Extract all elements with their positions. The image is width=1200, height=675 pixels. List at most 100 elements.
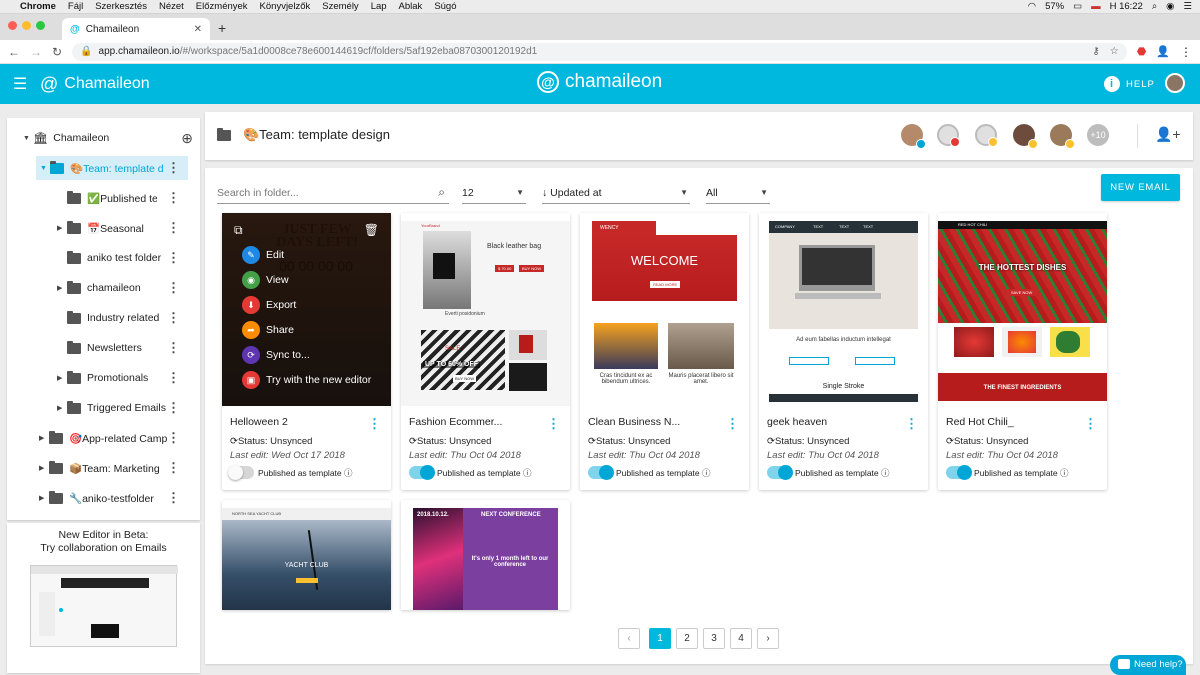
menu-item-window[interactable]: Ablak bbox=[399, 1, 423, 12]
sidebar-item-published[interactable]: ✅Published tem ⋮ bbox=[57, 186, 180, 210]
search-icon[interactable]: ⌕ bbox=[1152, 1, 1157, 12]
wifi-icon[interactable]: ◠ bbox=[1028, 1, 1036, 12]
zoom-window-button[interactable] bbox=[36, 21, 45, 30]
hamburger-menu-icon[interactable]: ☰ bbox=[0, 74, 40, 94]
search-input[interactable]: Search in folder... ⌕ bbox=[217, 183, 449, 204]
browser-tab[interactable]: @ Chamaileon ✕ bbox=[62, 18, 210, 40]
sidebar-item-team-template[interactable]: ▼ 🎨Team: template d ⋮ bbox=[36, 156, 188, 180]
expand-arrow-icon[interactable]: ▶ bbox=[57, 374, 67, 382]
email-card[interactable]: RED HOT CHILI THE HOTTEST DISHES SAVE NO… bbox=[938, 213, 1107, 490]
card-more-icon[interactable]: ⋮ bbox=[547, 416, 560, 432]
email-card[interactable]: WENCY WELCOME READ MORE Cras tincidunt e… bbox=[580, 213, 749, 490]
expand-arrow-icon[interactable]: ▶ bbox=[39, 434, 49, 442]
help-circle-icon[interactable]: ⓘ bbox=[344, 468, 353, 478]
card-name[interactable]: Red Hot Chili_ bbox=[946, 416, 1086, 428]
adblock-icon[interactable]: ⬣ bbox=[1137, 45, 1147, 58]
brand-center[interactable]: @ chamaileon bbox=[537, 71, 662, 93]
new-tab-button[interactable]: + bbox=[218, 20, 226, 36]
more-members-badge[interactable]: +10 bbox=[1087, 124, 1109, 146]
sidebar-item-promotionals[interactable]: ▶ Promotionals ⋮ bbox=[57, 366, 180, 390]
sort-direction-icon[interactable]: ↓ bbox=[542, 187, 547, 199]
card-name[interactable]: Clean Business N... bbox=[588, 416, 728, 428]
email-thumbnail[interactable]: 2018.10.12. NEXT CONFERENCE It's only 1 … bbox=[401, 500, 570, 610]
page-1-button[interactable]: 1 bbox=[649, 628, 671, 649]
email-thumbnail[interactable]: JUST FEW DAYS LEFT! 00 00 00 00 ⧉ 🗑 ✎ Edit… bbox=[222, 213, 391, 406]
publish-toggle[interactable] bbox=[767, 465, 793, 480]
new-email-button[interactable]: NEW EMAIL bbox=[1101, 174, 1180, 201]
prev-page-button[interactable]: ‹ bbox=[618, 628, 640, 649]
collapse-arrow-icon[interactable]: ▼ bbox=[23, 135, 33, 142]
page-3-button[interactable]: 3 bbox=[703, 628, 725, 649]
forward-icon[interactable]: → bbox=[30, 45, 42, 59]
menu-item-file[interactable]: Fájl bbox=[68, 1, 83, 12]
more-icon[interactable]: ⋮ bbox=[167, 460, 180, 476]
notification-icon[interactable]: ☰ bbox=[1183, 1, 1192, 12]
help-circle-icon[interactable]: ⓘ bbox=[702, 468, 711, 478]
brand-left[interactable]: @ Chamaileon bbox=[40, 74, 150, 95]
menu-item-tab[interactable]: Lap bbox=[371, 1, 387, 12]
menu-item-history[interactable]: Előzmények bbox=[196, 1, 248, 12]
card-more-icon[interactable]: ⋮ bbox=[368, 416, 381, 432]
expand-arrow-icon[interactable]: ▶ bbox=[39, 464, 49, 472]
sidebar-item-newsletters[interactable]: Newsletters ⋮ bbox=[57, 336, 180, 360]
sidebar-item-seasonal[interactable]: ▶ 📅Seasonal ⋮ bbox=[57, 216, 180, 240]
address-bar[interactable]: 🔒 app.chamaileon.io/#/workspace/5a1d0008… bbox=[72, 42, 1127, 61]
user-avatar[interactable] bbox=[1165, 73, 1185, 93]
email-card[interactable]: JUST FEW DAYS LEFT! 00 00 00 00 ⧉ 🗑 ✎ Edit… bbox=[222, 213, 391, 490]
expand-arrow-icon[interactable]: ▶ bbox=[39, 494, 49, 502]
member-avatar[interactable] bbox=[975, 124, 998, 147]
need-help-button[interactable]: Need help? bbox=[1110, 655, 1186, 675]
bookmark-star-icon[interactable]: ☆ bbox=[1110, 46, 1119, 57]
publish-toggle[interactable] bbox=[228, 465, 254, 480]
more-icon[interactable]: ⋮ bbox=[167, 160, 180, 176]
copy-icon[interactable]: ⧉ bbox=[234, 223, 243, 238]
clock[interactable]: H 16:22 bbox=[1110, 1, 1143, 12]
next-page-button[interactable]: › bbox=[757, 628, 779, 649]
more-icon[interactable]: ⋮ bbox=[167, 250, 180, 266]
key-icon[interactable]: ⚷ bbox=[1092, 46, 1099, 57]
email-thumbnail[interactable]: RED HOT CHILI THE HOTTEST DISHES SAVE NO… bbox=[938, 213, 1107, 406]
card-more-icon[interactable]: ⋮ bbox=[726, 416, 739, 432]
sidebar-root[interactable]: ▼ 🏛 Chamaileon ⊕ bbox=[23, 126, 193, 150]
help-circle-icon[interactable]: ⓘ bbox=[1060, 468, 1069, 478]
flag-icon[interactable]: ▬ bbox=[1091, 1, 1101, 12]
menu-app-name[interactable]: Chrome bbox=[20, 1, 56, 12]
card-more-icon[interactable]: ⋮ bbox=[1084, 416, 1097, 432]
search-icon[interactable]: ⌕ bbox=[438, 185, 445, 200]
overlay-new-editor[interactable]: ▣ Try with the new editor bbox=[242, 371, 371, 389]
email-thumbnail[interactable]: YourBrand Black leather bag $ 70.00 BUY … bbox=[401, 213, 570, 406]
minimize-window-button[interactable] bbox=[22, 21, 31, 30]
collapse-arrow-icon[interactable]: ▼ bbox=[40, 165, 50, 172]
more-icon[interactable]: ⋮ bbox=[167, 370, 180, 386]
email-thumbnail[interactable]: WENCY WELCOME READ MORE Cras tincidunt e… bbox=[580, 213, 749, 406]
battery-percent[interactable]: 57% bbox=[1045, 1, 1064, 12]
sidebar-item-aniko-testfolder[interactable]: ▶ 🔧aniko-testfolder ⋮ bbox=[39, 486, 180, 510]
email-thumbnail[interactable]: COMPANY TEXT TEXT TEXT Ad eum fabellas i… bbox=[759, 213, 928, 406]
card-name[interactable]: geek heaven bbox=[767, 416, 907, 428]
close-window-button[interactable] bbox=[8, 21, 17, 30]
profile-icon[interactable]: 👤 bbox=[1156, 45, 1170, 58]
chrome-menu-icon[interactable]: ⋮ bbox=[1180, 45, 1192, 59]
email-card[interactable]: 2018.10.12. NEXT CONFERENCE It's only 1 … bbox=[401, 500, 570, 610]
overlay-view[interactable]: ◉ View bbox=[242, 271, 289, 289]
email-thumbnail[interactable]: NORTH SEA YACHT CLUB YACHT CLUB bbox=[222, 500, 391, 610]
sidebar-item-industry[interactable]: Industry related ⋮ bbox=[57, 306, 180, 330]
email-card[interactable]: YourBrand Black leather bag $ 70.00 BUY … bbox=[401, 213, 570, 490]
back-icon[interactable]: ← bbox=[8, 45, 20, 59]
siri-icon[interactable]: ◉ bbox=[1166, 1, 1174, 12]
card-more-icon[interactable]: ⋮ bbox=[905, 416, 918, 432]
more-icon[interactable]: ⋮ bbox=[167, 220, 180, 236]
more-icon[interactable]: ⋮ bbox=[167, 340, 180, 356]
more-icon[interactable]: ⋮ bbox=[167, 280, 180, 296]
member-avatar[interactable] bbox=[937, 124, 960, 147]
overlay-share[interactable]: ➦ Share bbox=[242, 321, 294, 339]
menu-item-edit[interactable]: Szerkesztés bbox=[95, 1, 147, 12]
sidebar-item-app-related[interactable]: ▶ 🎯App-related Camp ⋮ bbox=[39, 426, 180, 450]
expand-arrow-icon[interactable]: ▶ bbox=[57, 404, 67, 412]
page-2-button[interactable]: 2 bbox=[676, 628, 698, 649]
beta-editor-preview[interactable] bbox=[30, 565, 178, 647]
add-member-icon[interactable]: 👤+ bbox=[1155, 126, 1181, 143]
publish-toggle[interactable] bbox=[409, 465, 435, 480]
publish-toggle[interactable] bbox=[946, 465, 972, 480]
sort-select[interactable]: ↓ Updated at ▼ bbox=[542, 183, 690, 204]
